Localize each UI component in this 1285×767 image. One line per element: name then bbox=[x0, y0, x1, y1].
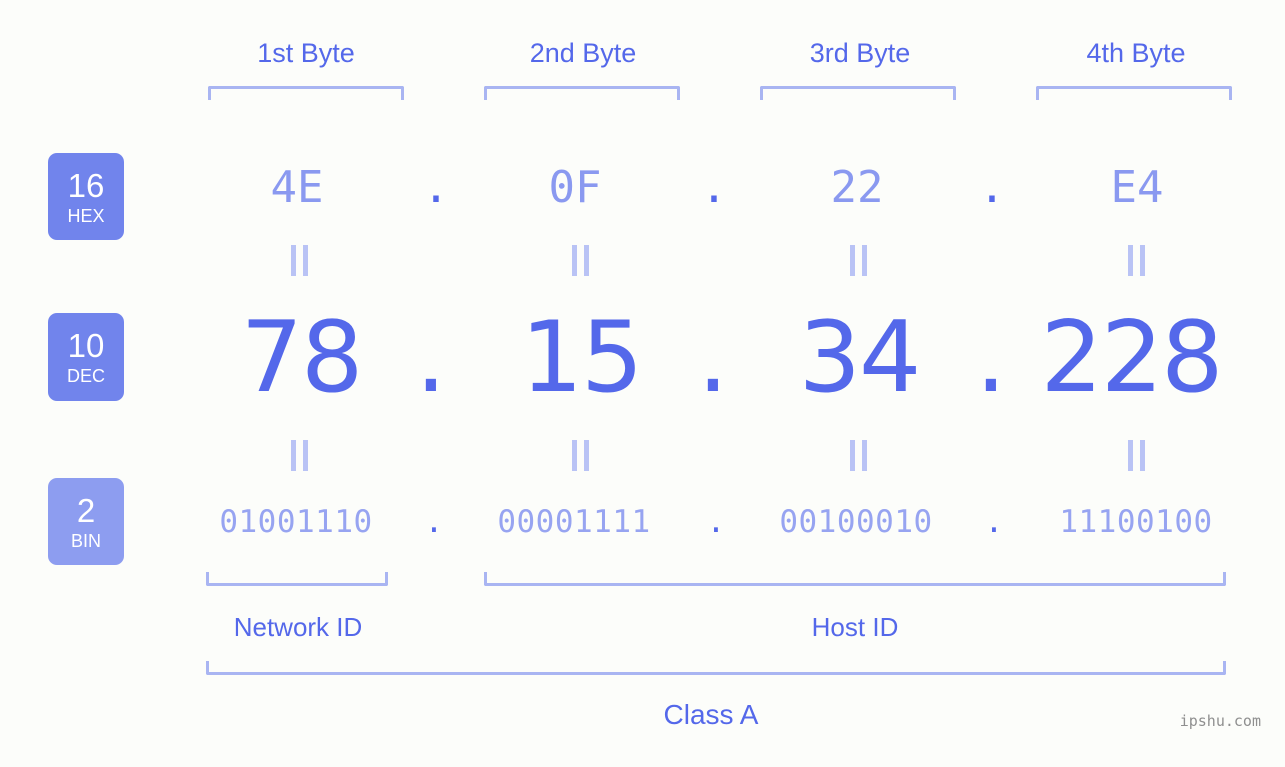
host-id-label: Host ID bbox=[811, 612, 899, 642]
equals-icon-dec-bin-1 bbox=[288, 440, 310, 471]
dec-octet-4: 228 bbox=[1040, 301, 1223, 415]
bin-octet-2: 00001111 bbox=[497, 504, 651, 540]
byte-header-2: 2nd Byte bbox=[529, 38, 637, 68]
equals-icon-dec-bin-2 bbox=[569, 440, 591, 471]
ip-address-breakdown-diagram: 1st Byte 2nd Byte 3rd Byte 4th Byte 16 H… bbox=[0, 0, 1285, 767]
dec-octet-3: 34 bbox=[798, 301, 922, 415]
hex-octet-4: E4 bbox=[1110, 162, 1164, 213]
site-watermark: ipshu.com bbox=[1179, 712, 1261, 730]
radix-badge-bin-number: 2 bbox=[76, 491, 96, 529]
radix-badge-dec-number: 10 bbox=[67, 327, 105, 364]
hex-separator-1: . bbox=[422, 162, 450, 213]
dec-octet-1: 78 bbox=[240, 301, 364, 415]
byte-bracket-3 bbox=[760, 86, 956, 100]
radix-badge-hex-abbr: HEX bbox=[67, 205, 105, 226]
radix-badge-hex-number: 16 bbox=[67, 166, 105, 204]
equals-icon-hex-dec-1 bbox=[288, 245, 310, 276]
hex-separator-3: . bbox=[978, 162, 1006, 213]
hex-separator-2: . bbox=[700, 162, 728, 213]
radix-badge-hex: 16 HEX bbox=[48, 153, 124, 240]
byte-bracket-2 bbox=[484, 86, 680, 100]
equals-icon-dec-bin-3 bbox=[847, 440, 869, 471]
byte-bracket-1 bbox=[208, 86, 404, 100]
byte-header-1: 1st Byte bbox=[257, 38, 355, 68]
host-id-bracket bbox=[484, 572, 1226, 586]
radix-badge-dec: 10 DEC bbox=[48, 313, 124, 401]
bin-octet-4: 11100100 bbox=[1059, 504, 1213, 540]
equals-icon-dec-bin-4 bbox=[1125, 440, 1147, 471]
byte-bracket-4 bbox=[1036, 86, 1232, 100]
hex-octet-3: 22 bbox=[830, 162, 884, 213]
equals-icon-hex-dec-4 bbox=[1125, 245, 1147, 276]
bin-octet-3: 00100010 bbox=[779, 504, 933, 540]
dec-separator-2: . bbox=[697, 301, 729, 415]
byte-header-3: 3rd Byte bbox=[809, 38, 911, 68]
dec-octet-2: 15 bbox=[520, 301, 644, 415]
radix-badge-bin: 2 BIN bbox=[48, 478, 124, 565]
bin-separator-3: . bbox=[984, 504, 1004, 540]
hex-octet-2: 0F bbox=[548, 162, 602, 213]
bin-separator-1: . bbox=[424, 504, 444, 540]
class-label: Class A bbox=[663, 699, 759, 730]
class-bracket bbox=[206, 661, 1226, 675]
bin-separator-2: . bbox=[706, 504, 726, 540]
equals-icon-hex-dec-3 bbox=[847, 245, 869, 276]
hex-octet-1: 4E bbox=[270, 162, 324, 213]
bin-octet-1: 01001110 bbox=[219, 504, 373, 540]
dec-separator-1: . bbox=[415, 301, 447, 415]
dec-separator-3: . bbox=[975, 301, 1007, 415]
network-id-label: Network ID bbox=[233, 612, 363, 642]
byte-header-4: 4th Byte bbox=[1086, 38, 1186, 68]
equals-icon-hex-dec-2 bbox=[569, 245, 591, 276]
radix-badge-dec-abbr: DEC bbox=[66, 366, 105, 386]
radix-badge-bin-abbr: BIN bbox=[70, 530, 101, 551]
network-id-bracket bbox=[206, 572, 388, 586]
